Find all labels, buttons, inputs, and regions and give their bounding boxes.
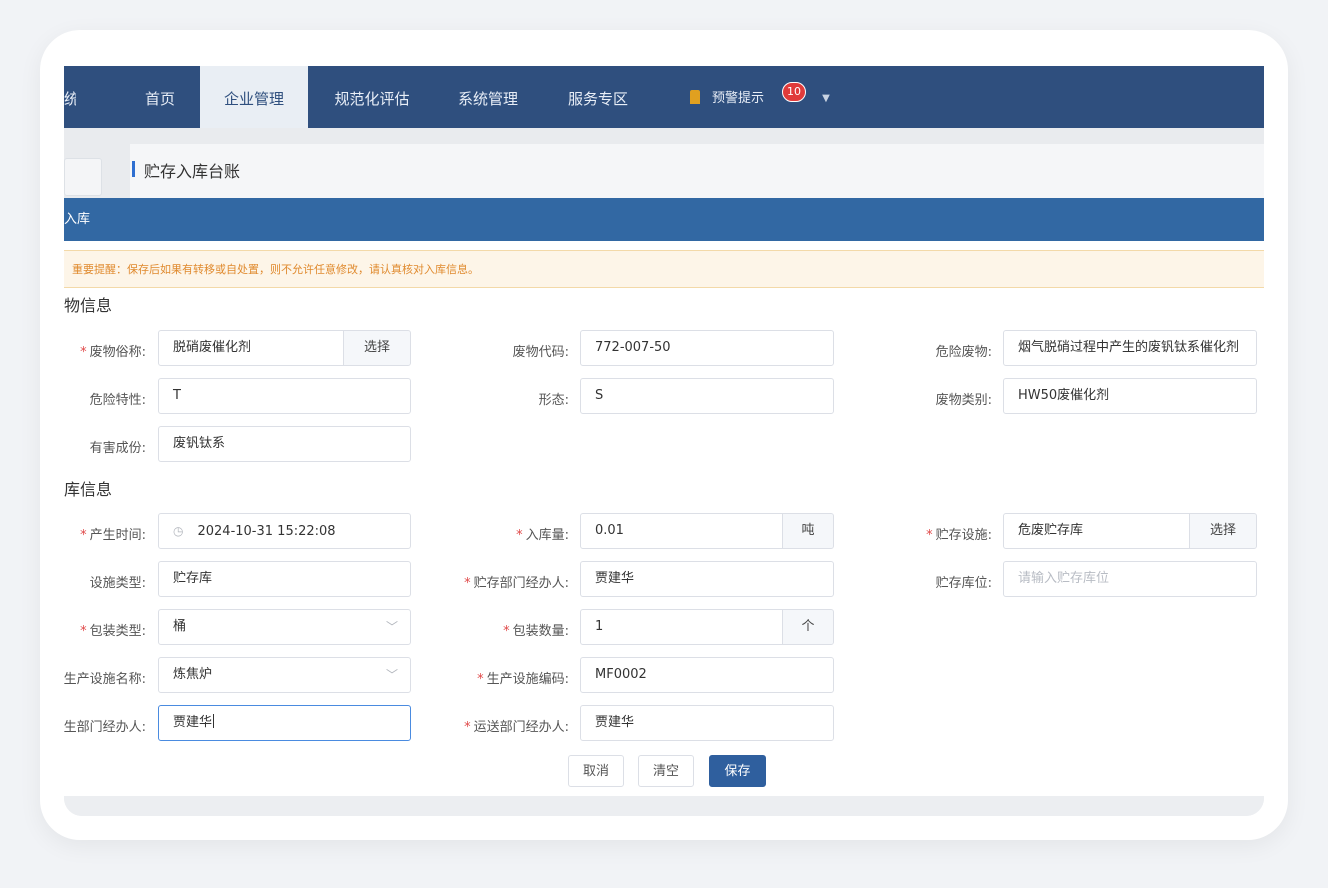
quantity-label: * 入库量: xyxy=(516,528,569,543)
text-cursor xyxy=(213,714,215,728)
section-waste-info: 物信息 xyxy=(64,296,113,315)
waste-code-input[interactable]: 772-007-50 xyxy=(580,330,834,366)
bg-page-title: 贮存入库台账 xyxy=(131,158,240,182)
bg-table-row-partial xyxy=(64,796,1264,816)
waste-name-input[interactable]: 脱硝废催化剂 选择 xyxy=(158,330,411,366)
nav-system[interactable]: 系统管理 xyxy=(450,66,526,128)
app-screen: 统 首页 企业管理 规范化评估 系统管理 服务专区 预警提示 10 ▼ 贮存入库… xyxy=(64,66,1264,816)
bg-panel xyxy=(130,144,1264,204)
hazard-char-input[interactable]: T xyxy=(158,378,411,414)
alert-label: 预警提示 xyxy=(712,91,765,106)
facility-label: * 贮存设施: xyxy=(926,528,992,543)
nav-home[interactable]: 首页 xyxy=(136,66,184,128)
harmful-label: 有害成份: xyxy=(89,441,146,456)
nav-assessment[interactable]: 规范化评估 xyxy=(326,66,418,128)
quantity-input[interactable]: 0.01 吨 xyxy=(580,513,834,549)
transport-handler-label: * 运送部门经办人: xyxy=(464,720,569,735)
storage-handler-input[interactable]: 贾建华 xyxy=(580,561,834,597)
package-type-label: * 包装类型: xyxy=(80,624,146,639)
notice-banner: 重要提醒：保存后如果有转移或自处置，则不允许任意修改，请认真核对入库信息。 xyxy=(64,250,1264,288)
form-label: 形态: xyxy=(538,393,569,408)
location-input[interactable]: 请输入贮存库位 xyxy=(1003,561,1257,597)
prod-facility-name-label: 生产设施名称: xyxy=(64,672,146,687)
waste-select-button[interactable]: 选择 xyxy=(343,331,410,365)
nav-enterprise[interactable]: 企业管理 xyxy=(200,66,308,128)
category-label: 废物类别: xyxy=(935,393,992,408)
chevron-down-icon: ﹀ xyxy=(385,668,398,682)
hazard-char-label: 危险特性: xyxy=(89,393,146,408)
prod-facility-code-label: * 生产设施编码: xyxy=(477,672,569,687)
form-input[interactable]: S xyxy=(580,378,834,414)
package-count-unit: 个 xyxy=(782,610,833,644)
alert-icon xyxy=(690,90,700,104)
storage-handler-label: * 贮存部门经办人: xyxy=(464,576,569,591)
prod-handler-input[interactable]: 贾建华 xyxy=(158,705,411,741)
inbound-dialog: 入库 重要提醒：保存后如果有转移或自处置，则不允许任意修改，请认真核对入库信息。… xyxy=(64,198,1264,798)
harmful-input[interactable]: 废钒钛系 xyxy=(158,426,411,462)
package-count-input[interactable]: 1 个 xyxy=(580,609,834,645)
alert-count-badge: 10 xyxy=(782,82,806,102)
quantity-unit: 吨 xyxy=(782,514,833,548)
facility-input[interactable]: 危废贮存库 选择 xyxy=(1003,513,1257,549)
chevron-down-icon[interactable]: ▼ xyxy=(818,66,834,128)
produce-time-label: * 产生时间: xyxy=(80,528,146,543)
hazardous-label: 危险废物: xyxy=(935,345,992,360)
package-type-select[interactable]: 桶 ﹀ xyxy=(158,609,411,645)
facility-type-label: 设施类型: xyxy=(89,576,146,591)
save-button[interactable]: 保存 xyxy=(709,755,766,787)
facility-select-button[interactable]: 选择 xyxy=(1189,514,1256,548)
prod-facility-name-select[interactable]: 炼焦炉 ﹀ xyxy=(158,657,411,693)
hazardous-input[interactable]: 烟气脱硝过程中产生的废钒钛系催化剂 xyxy=(1003,330,1257,366)
top-nav: 统 首页 企业管理 规范化评估 系统管理 服务专区 预警提示 10 ▼ xyxy=(64,66,1264,128)
prod-facility-code-input[interactable]: MF0002 xyxy=(580,657,834,693)
facility-type-input[interactable]: 贮存库 xyxy=(158,561,411,597)
waste-code-label: 废物代码: xyxy=(512,345,569,360)
clear-button[interactable]: 清空 xyxy=(638,755,694,787)
transport-handler-input[interactable]: 贾建华 xyxy=(580,705,834,741)
waste-name-label: * 废物俗称: xyxy=(80,345,146,360)
category-input[interactable]: HW50废催化剂 xyxy=(1003,378,1257,414)
produce-time-input[interactable]: ◷ 2024-10-31 15:22:08 xyxy=(158,513,411,549)
system-title-partial: 统 xyxy=(64,90,76,108)
dialog-title: 入库 xyxy=(64,212,91,227)
chevron-down-icon: ﹀ xyxy=(385,620,398,634)
bg-collapse-button xyxy=(64,158,102,196)
cancel-button[interactable]: 取消 xyxy=(568,755,624,787)
nav-service[interactable]: 服务专区 xyxy=(560,66,636,128)
location-label: 贮存库位: xyxy=(935,576,992,591)
prod-handler-label: 生部门经办人: xyxy=(64,720,146,735)
package-count-label: * 包装数量: xyxy=(503,624,569,639)
dialog-header: 入库 xyxy=(64,198,1264,241)
clock-icon: ◷ xyxy=(173,524,184,538)
section-storage-info: 库信息 xyxy=(64,480,113,499)
